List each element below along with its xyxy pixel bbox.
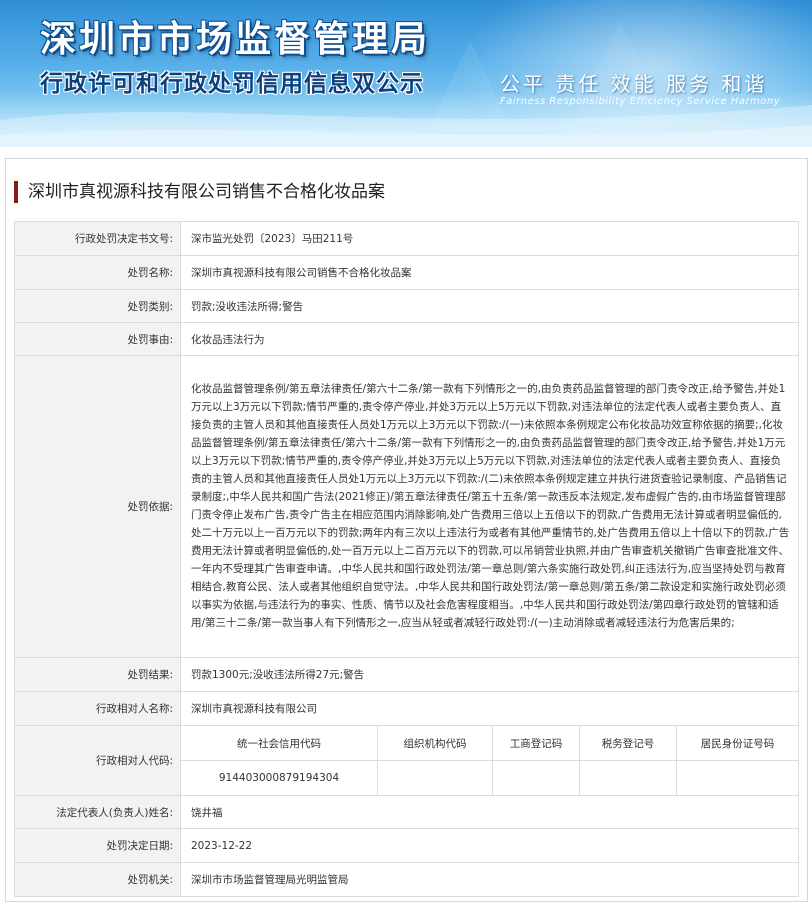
code-value-business	[492, 760, 580, 795]
row-decision-no: 行政处罚决定书文号: 深市监光处罚〔2023〕马田211号	[14, 221, 799, 256]
code-header-row: 统一社会信用代码 组织机构代码 工商登记码 税务登记号 居民身份证号码	[181, 726, 798, 761]
decision-date-label: 处罚决定日期:	[14, 828, 181, 863]
code-value-id	[676, 760, 798, 795]
counterpart-name-value: 深圳市真视源科技有限公司	[180, 691, 799, 726]
decision-no-value: 深市监光处罚〔2023〕马田211号	[180, 221, 799, 256]
counterpart-code-label: 行政相对人代码:	[14, 725, 181, 796]
case-content: 深圳市真视源科技有限公司销售不合格化妆品案 行政处罚决定书文号: 深市监光处罚〔…	[5, 158, 808, 902]
penalty-type-label: 处罚类别:	[14, 289, 181, 323]
decision-date-value: 2023-12-22	[180, 828, 799, 863]
bureau-name: 深圳市市场监督管理局	[40, 19, 431, 60]
authority-label: 处罚机关:	[14, 862, 181, 897]
penalty-basis-value: 化妆品监督管理条例/第五章法律责任/第六十二条/第一款有下列情形之一的,由负责药…	[180, 355, 799, 658]
row-penalty-type: 处罚类别: 罚款;没收违法所得;警告	[14, 289, 799, 323]
code-header-business: 工商登记码	[492, 726, 580, 761]
row-authority: 处罚机关: 深圳市市场监督管理局光明监管局	[14, 862, 799, 897]
authority-value: 深圳市市场监督管理局光明监管局	[180, 862, 799, 897]
code-value-row: 914403000879194304	[181, 760, 798, 795]
counterpart-code-cell: 统一社会信用代码 组织机构代码 工商登记码 税务登记号 居民身份证号码 9144…	[180, 725, 799, 796]
case-info-table: 行政处罚决定书文号: 深市监光处罚〔2023〕马田211号 处罚名称: 深圳市真…	[14, 221, 799, 897]
decision-no-label: 行政处罚决定书文号:	[14, 221, 181, 256]
counterpart-name-label: 行政相对人名称:	[14, 691, 181, 726]
code-header-credit: 统一社会信用代码	[181, 726, 378, 761]
code-header-id: 居民身份证号码	[676, 726, 798, 761]
banner-slogan-en: Fairness Responsibility Efficiency Servi…	[500, 96, 781, 107]
row-penalty-basis: 处罚依据: 化妆品监督管理条例/第五章法律责任/第六十二条/第一款有下列情形之一…	[14, 355, 799, 658]
penalty-result-label: 处罚结果:	[14, 657, 181, 692]
row-counterpart-name: 行政相对人名称: 深圳市真视源科技有限公司	[14, 691, 799, 726]
code-header-tax: 税务登记号	[579, 726, 677, 761]
row-penalty-name: 处罚名称: 深圳市真视源科技有限公司销售不合格化妆品案	[14, 255, 799, 290]
legal-rep-label: 法定代表人(负责人)姓名:	[14, 795, 181, 829]
banner-subtitle: 行政许可和行政处罚信用信息双公示	[40, 71, 424, 97]
code-value-org	[377, 760, 493, 795]
row-decision-date: 处罚决定日期: 2023-12-22	[14, 828, 799, 863]
code-value-tax	[579, 760, 677, 795]
penalty-name-value: 深圳市真视源科技有限公司销售不合格化妆品案	[180, 255, 799, 290]
row-penalty-reason: 处罚事由: 化妆品违法行为	[14, 322, 799, 356]
case-title: 深圳市真视源科技有限公司销售不合格化妆品案	[14, 181, 385, 203]
code-header-org: 组织机构代码	[377, 726, 493, 761]
counterpart-code-table: 统一社会信用代码 组织机构代码 工商登记码 税务登记号 居民身份证号码 9144…	[181, 726, 798, 795]
site-banner: 深圳市市场监督管理局 行政许可和行政处罚信用信息双公示 公平 责任 效能 服务 …	[0, 0, 812, 147]
banner-slogan: 公平 责任 效能 服务 和谐	[500, 72, 768, 96]
penalty-name-label: 处罚名称:	[14, 255, 181, 290]
row-legal-rep: 法定代表人(负责人)姓名: 饶井福	[14, 795, 799, 829]
row-penalty-result: 处罚结果: 罚款1300元;没收违法所得27元;警告	[14, 657, 799, 692]
legal-rep-value: 饶井福	[180, 795, 799, 829]
penalty-type-value: 罚款;没收违法所得;警告	[180, 289, 799, 323]
row-counterpart-code: 行政相对人代码: 统一社会信用代码 组织机构代码 工商登记码 税务登记号 居民身…	[14, 725, 799, 796]
penalty-result-value: 罚款1300元;没收违法所得27元;警告	[180, 657, 799, 692]
penalty-basis-label: 处罚依据:	[14, 355, 181, 658]
code-value-credit: 914403000879194304	[181, 760, 378, 795]
penalty-reason-label: 处罚事由:	[14, 322, 181, 356]
penalty-reason-value: 化妆品违法行为	[180, 322, 799, 356]
